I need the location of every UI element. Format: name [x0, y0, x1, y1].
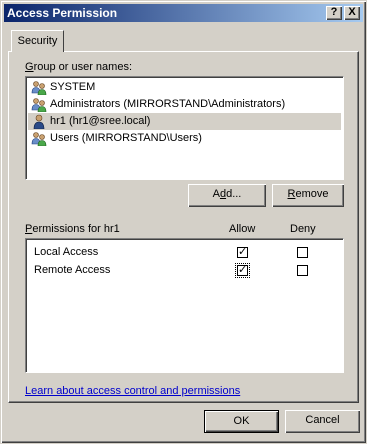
group-names-label: Group or user names: — [25, 61, 132, 73]
local-access-deny-checkbox[interactable] — [297, 247, 308, 258]
list-item-label: hr1 (hr1@sree.local) — [50, 115, 151, 127]
permission-row-local-access: Local Access — [34, 244, 98, 261]
list-item-label: SYSTEM — [50, 81, 96, 93]
access-permission-dialog: Access Permission ? X Security Group or … — [0, 0, 367, 444]
allow-header: Allow — [229, 223, 256, 235]
remove-button[interactable]: Remove — [272, 184, 344, 207]
list-item-label: Users (MIRRORSTAND\Users) — [50, 132, 202, 144]
tab-security[interactable]: Security — [11, 30, 64, 52]
group-icon — [31, 132, 47, 146]
help-button[interactable]: ? — [326, 6, 342, 20]
list-item-system[interactable]: SYSTEM — [28, 79, 341, 96]
remote-access-deny-checkbox[interactable] — [297, 265, 308, 276]
ok-button[interactable]: OK — [204, 410, 279, 433]
cancel-button[interactable]: Cancel — [285, 410, 360, 433]
permissions-list[interactable]: Local Access ✓ Remote Access ✓ — [25, 238, 344, 373]
permissions-label: Permissions for hr1 — [25, 223, 120, 235]
add-button[interactable]: Add... — [188, 184, 266, 207]
close-button[interactable]: X — [344, 6, 360, 20]
group-user-list[interactable]: SYSTEM Administrators (MIRRORSTAND\Admin… — [25, 76, 344, 180]
permission-row-remote-access: Remote Access — [34, 262, 110, 279]
list-item-administrators[interactable]: Administrators (MIRRORSTAND\Administrato… — [28, 96, 341, 113]
dialog-title: Access Permission — [7, 6, 118, 20]
list-item-label: Administrators (MIRRORSTAND\Administrato… — [50, 98, 286, 110]
list-item-hr1[interactable]: hr1 (hr1@sree.local) — [28, 113, 341, 130]
title-bar[interactable]: Access Permission ? X — [4, 4, 363, 22]
remote-access-allow-checkbox[interactable]: ✓ — [235, 263, 250, 278]
group-icon — [31, 98, 47, 112]
user-icon — [33, 114, 45, 129]
local-access-allow-checkbox[interactable]: ✓ — [237, 247, 248, 258]
deny-header: Deny — [290, 223, 316, 235]
permission-name: Local Access — [34, 246, 99, 258]
list-item-users[interactable]: Users (MIRRORSTAND\Users) — [28, 130, 341, 147]
permission-name: Remote Access — [34, 264, 111, 276]
learn-more-link[interactable]: Learn about access control and permissio… — [25, 385, 240, 397]
group-icon — [31, 81, 47, 95]
security-panel: Group or user names: SYSTEM Administrato… — [8, 51, 359, 403]
